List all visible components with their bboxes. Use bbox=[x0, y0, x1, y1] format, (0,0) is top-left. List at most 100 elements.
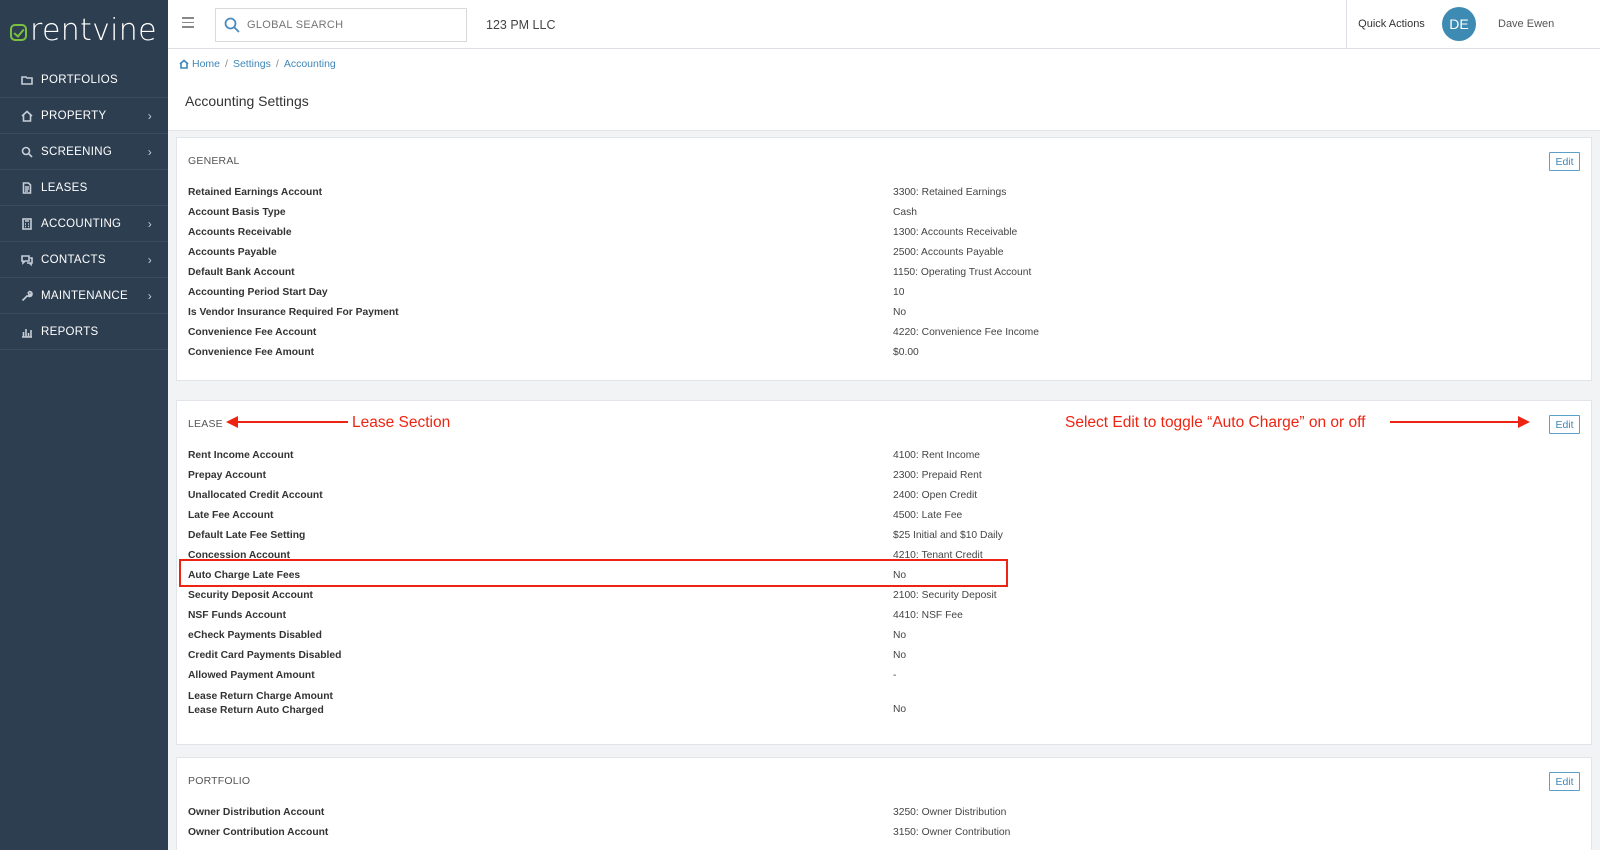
setting-value: 4220: Convenience Fee Income bbox=[893, 327, 1039, 338]
setting-label: Owner Distribution Account bbox=[188, 807, 325, 818]
setting-row: Owner Contribution Account 3150: Owner Co… bbox=[188, 825, 1578, 845]
page-title: Accounting Settings bbox=[185, 93, 309, 109]
quick-actions-button[interactable]: Quick Actions bbox=[1346, 0, 1436, 48]
setting-label: Convenience Fee Amount bbox=[188, 347, 315, 358]
sidebar-item-label: PORTFOLIOS bbox=[41, 73, 118, 86]
portfolio-panel: PORTFOLIO Edit Owner Distribution Accoun… bbox=[176, 757, 1592, 850]
setting-value: 4100: Rent Income bbox=[893, 450, 981, 461]
avatar[interactable]: DE bbox=[1442, 7, 1476, 41]
setting-value: No bbox=[893, 650, 907, 661]
setting-row: Convenience Fee Account 4220: Convenience… bbox=[188, 325, 1578, 345]
panel-title: PORTFOLIO bbox=[188, 775, 251, 787]
setting-value: 2500: Accounts Payable bbox=[893, 247, 1004, 258]
setting-label: Unallocated Credit Account bbox=[188, 490, 323, 501]
annotation-lease-section: Lease Section bbox=[352, 414, 451, 431]
sidebar-item-label: ACCOUNTING bbox=[41, 217, 122, 230]
breadcrumb-separator: / bbox=[225, 58, 228, 70]
sidebar-item-accounting[interactable]: ACCOUNTING › bbox=[0, 206, 168, 242]
sidebar-item-maintenance[interactable]: MAINTENANCE › bbox=[0, 278, 168, 314]
folder-icon bbox=[20, 73, 33, 86]
search-icon bbox=[20, 145, 33, 158]
setting-value: 2100: Security Deposit bbox=[893, 590, 997, 601]
sidebar-item-portfolios[interactable]: PORTFOLIOS bbox=[0, 62, 168, 98]
setting-row: Default Late Fee Setting $25 Initial and … bbox=[188, 528, 1578, 548]
setting-label: Owner Contribution Account bbox=[188, 827, 329, 838]
sidebar-item-label: CONTACTS bbox=[41, 253, 106, 266]
setting-value: 4410: NSF Fee bbox=[893, 610, 963, 621]
setting-value: No bbox=[893, 630, 907, 641]
sidebar-item-label: MAINTENANCE bbox=[41, 289, 129, 302]
setting-row: Accounts Payable 2500: Accounts Payable bbox=[188, 245, 1578, 265]
setting-value: $0.00 bbox=[893, 347, 919, 358]
setting-label: Default Bank Account bbox=[188, 267, 295, 278]
topbar: 123 PM LLC Quick Actions DE Dave Ewen bbox=[168, 0, 1600, 49]
setting-value: 2400: Open Credit bbox=[893, 490, 978, 501]
home-icon bbox=[20, 109, 33, 122]
setting-value: 3300: Retained Earnings bbox=[893, 187, 1007, 198]
logo-text: rentvine bbox=[30, 12, 157, 48]
wrench-icon bbox=[20, 289, 33, 302]
edit-general-button[interactable]: Edit bbox=[1549, 152, 1580, 171]
sidebar-item-screening[interactable]: SCREENING › bbox=[0, 134, 168, 170]
setting-value: 1300: Accounts Receivable bbox=[893, 227, 1018, 238]
company-name: 123 PM LLC bbox=[486, 18, 556, 32]
sidebar-item-property[interactable]: PROPERTY › bbox=[0, 98, 168, 134]
setting-value: 1150: Operating Trust Account bbox=[893, 267, 1032, 278]
panel-title: GENERAL bbox=[188, 155, 240, 167]
sidebar-item-label: LEASES bbox=[41, 181, 88, 194]
edit-lease-button[interactable]: Edit bbox=[1549, 415, 1580, 434]
logo-check-icon bbox=[10, 23, 27, 41]
setting-row: Credit Card Payments Disabled No bbox=[188, 648, 1578, 668]
sidebar-nav: PORTFOLIOS PROPERTY › SCREENING › LEASES… bbox=[0, 62, 168, 350]
setting-row: Unallocated Credit Account 2400: Open Cre… bbox=[188, 488, 1578, 508]
setting-value: 10 bbox=[893, 287, 905, 298]
breadcrumb: Home / Settings / Accounting bbox=[179, 58, 336, 70]
setting-row: Security Deposit Account 2100: Security D… bbox=[188, 588, 1578, 608]
setting-label: Accounting Period Start Day bbox=[188, 287, 328, 298]
setting-value: 3250: Owner Distribution bbox=[893, 807, 1007, 818]
breadcrumb-accounting[interactable]: Accounting bbox=[284, 58, 336, 70]
panel-title: LEASE bbox=[188, 418, 223, 430]
sidebar: rentvine PORTFOLIOS PROPERTY › SCREENING… bbox=[0, 0, 168, 850]
global-search[interactable] bbox=[215, 8, 467, 42]
chevron-right-icon: › bbox=[147, 145, 152, 159]
setting-value: $25 Initial and $10 Daily bbox=[893, 530, 1003, 541]
setting-row: Default Bank Account 1150: Operating Trus… bbox=[188, 265, 1578, 285]
sidebar-item-reports[interactable]: REPORTS bbox=[0, 314, 168, 350]
setting-value: - bbox=[893, 670, 897, 681]
menu-icon[interactable] bbox=[182, 17, 194, 28]
setting-value: No bbox=[893, 704, 907, 715]
document-icon bbox=[20, 181, 33, 194]
setting-row: Owner Distribution Account 3250: Owner Di… bbox=[188, 805, 1578, 825]
setting-row: Allowed Payment Amount - bbox=[188, 668, 1578, 688]
setting-label: Is Vendor Insurance Required For Payment bbox=[188, 307, 399, 318]
setting-label: Accounts Payable bbox=[188, 247, 277, 258]
setting-row: Accounting Period Start Day 10 bbox=[188, 285, 1578, 305]
setting-row: Convenience Fee Amount $0.00 bbox=[188, 345, 1578, 365]
user-name[interactable]: Dave Ewen bbox=[1498, 18, 1554, 30]
chevron-right-icon: › bbox=[147, 109, 152, 123]
setting-row: eCheck Payments Disabled No bbox=[188, 628, 1578, 648]
rentvine-logo[interactable]: rentvine bbox=[0, 0, 168, 60]
setting-value: 4500: Late Fee bbox=[893, 510, 963, 521]
setting-label: Convenience Fee Account bbox=[188, 327, 317, 338]
setting-value: Cash bbox=[893, 207, 918, 218]
breadcrumb-home[interactable]: Home bbox=[192, 58, 220, 70]
setting-value: 3150: Owner Contribution bbox=[893, 827, 1011, 838]
sidebar-item-label: SCREENING bbox=[41, 145, 113, 158]
edit-portfolio-button[interactable]: Edit bbox=[1549, 772, 1580, 791]
setting-label: Accounts Receivable bbox=[188, 227, 292, 238]
annotation-arrow-right-icon bbox=[1390, 416, 1530, 428]
setting-label: Lease Return Charge Amount Lease Return A… bbox=[188, 691, 333, 716]
setting-row: Is Vendor Insurance Required For Payment… bbox=[188, 305, 1578, 325]
setting-label: Account Basis Type bbox=[188, 207, 286, 218]
annotation-edit-toggle: Select Edit to toggle “Auto Charge” on o… bbox=[1065, 414, 1366, 431]
search-input[interactable] bbox=[247, 19, 447, 31]
sidebar-item-leases[interactable]: LEASES bbox=[0, 170, 168, 206]
setting-label: Allowed Payment Amount bbox=[188, 670, 315, 681]
sidebar-item-label: PROPERTY bbox=[41, 109, 107, 122]
sidebar-item-contacts[interactable]: CONTACTS › bbox=[0, 242, 168, 278]
setting-row: Account Basis Type Cash bbox=[188, 205, 1578, 225]
setting-label: Credit Card Payments Disabled bbox=[188, 650, 342, 661]
breadcrumb-settings[interactable]: Settings bbox=[233, 58, 271, 70]
